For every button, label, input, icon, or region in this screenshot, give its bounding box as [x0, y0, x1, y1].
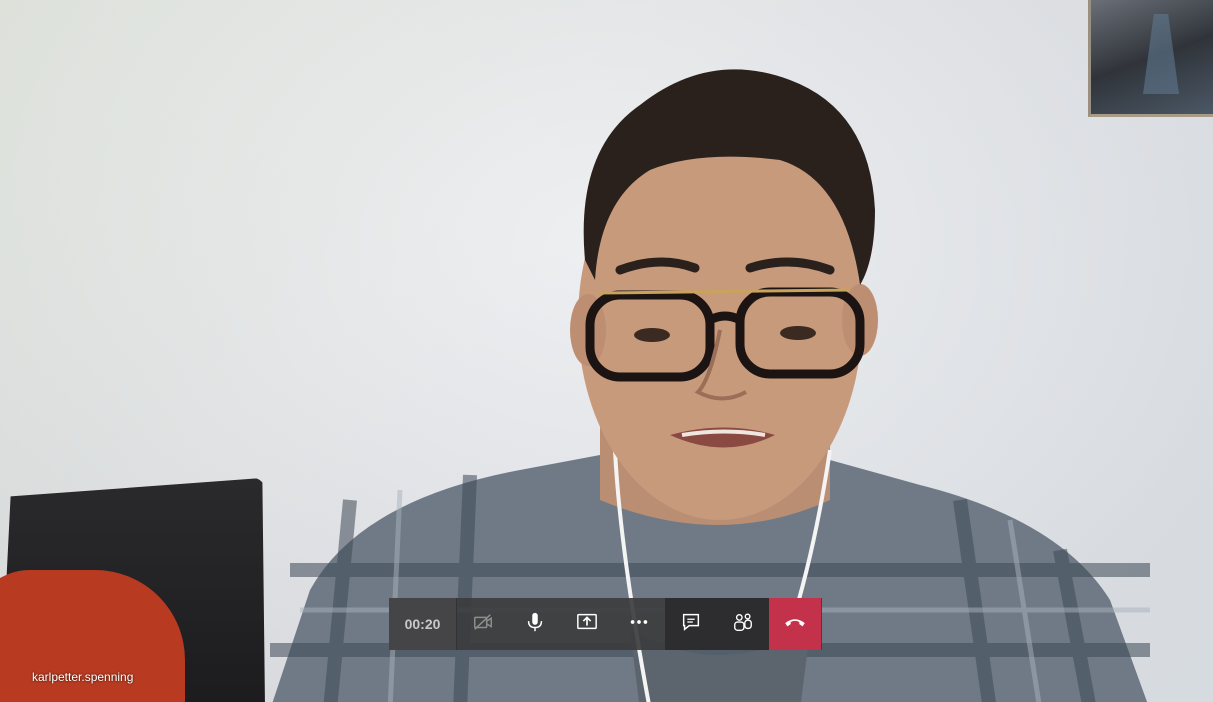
camera-off-icon [472, 611, 494, 638]
camera-off-button[interactable] [457, 598, 509, 650]
chat-button[interactable] [665, 598, 717, 650]
microphone-button[interactable] [509, 598, 561, 650]
hang-up-icon [782, 609, 808, 640]
share-screen-icon [576, 611, 598, 638]
more-actions-button[interactable] [613, 598, 665, 650]
call-controls-bar: 00:20 [389, 598, 822, 650]
share-screen-button[interactable] [561, 598, 613, 650]
microphone-icon [524, 611, 546, 638]
participants-icon [732, 611, 754, 638]
call-timer: 00:20 [389, 598, 457, 650]
more-icon [628, 611, 650, 638]
video-call-window: karlpetter.spenning 00:20 [0, 0, 1213, 702]
participants-button[interactable] [717, 598, 769, 650]
chat-icon [680, 611, 702, 638]
participant-name-label: karlpetter.spenning [32, 670, 134, 684]
hang-up-button[interactable] [769, 598, 821, 650]
